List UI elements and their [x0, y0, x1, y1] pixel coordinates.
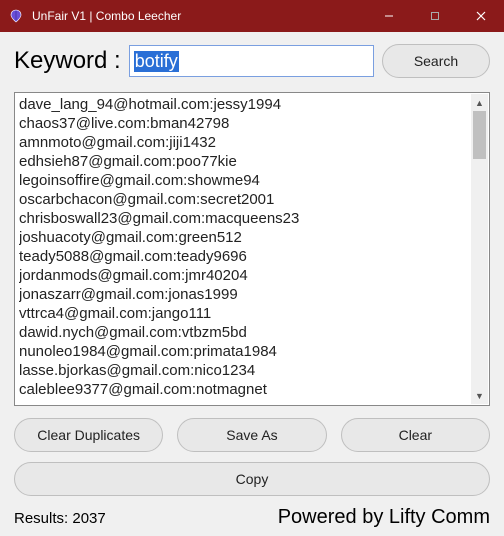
close-button[interactable]	[458, 0, 504, 32]
clear-duplicates-button[interactable]: Clear Duplicates	[14, 418, 163, 452]
close-icon	[476, 11, 486, 21]
keyword-input[interactable]: botify	[129, 45, 374, 77]
window-title: UnFair V1 | Combo Leecher	[32, 9, 366, 23]
keyword-label: Keyword :	[14, 47, 121, 75]
list-item[interactable]: chrisboswall23@gmail.com:macqueens23	[19, 209, 469, 228]
scroll-up-arrow-icon[interactable]: ▲	[471, 94, 488, 111]
list-item[interactable]: chaos37@live.com:bman42798	[19, 114, 469, 133]
list-item[interactable]: legoinsoffire@gmail.com:showme94	[19, 171, 469, 190]
search-row: Keyword : botify Search	[14, 44, 490, 78]
app-icon	[8, 8, 24, 24]
list-item[interactable]: jonaszarr@gmail.com:jonas1999	[19, 285, 469, 304]
list-item[interactable]: nunoleo1984@gmail.com:primata1984	[19, 342, 469, 361]
results-count: Results: 2037	[14, 510, 106, 527]
list-item[interactable]: joshuacoty@gmail.com:green512	[19, 228, 469, 247]
scroll-down-arrow-icon[interactable]: ▼	[471, 387, 488, 404]
list-item[interactable]: amnmoto@gmail.com:jiji1432	[19, 133, 469, 152]
list-item[interactable]: vttrca4@gmail.com:jango111	[19, 304, 469, 323]
list-item[interactable]: dawid.nych@gmail.com:vtbzm5bd	[19, 323, 469, 342]
scroll-track[interactable]	[471, 111, 488, 387]
minimize-button[interactable]	[366, 0, 412, 32]
keyword-input-value: botify	[134, 51, 179, 72]
list-item[interactable]: caleblee9377@gmail.com:notmagnet	[19, 380, 469, 399]
copy-button[interactable]: Copy	[14, 462, 490, 496]
save-as-button[interactable]: Save As	[177, 418, 326, 452]
results-list[interactable]: dave_lang_94@hotmail.com:jessy1994chaos3…	[19, 95, 469, 403]
results-box[interactable]: dave_lang_94@hotmail.com:jessy1994chaos3…	[14, 92, 490, 406]
list-item[interactable]: dave_lang_94@hotmail.com:jessy1994	[19, 95, 469, 114]
list-item[interactable]: oscarbchacon@gmail.com:secret2001	[19, 190, 469, 209]
titlebar: UnFair V1 | Combo Leecher	[0, 0, 504, 32]
copy-row: Copy	[14, 462, 490, 496]
list-item[interactable]: teady5088@gmail.com:teady9696	[19, 247, 469, 266]
clear-button[interactable]: Clear	[341, 418, 490, 452]
scroll-thumb[interactable]	[473, 111, 486, 159]
list-item[interactable]: jordanmods@gmail.com:jmr40204	[19, 266, 469, 285]
list-item[interactable]: edhsieh87@gmail.com:poo77kie	[19, 152, 469, 171]
client-area: Keyword : botify Search dave_lang_94@hot…	[0, 32, 504, 536]
scrollbar[interactable]: ▲ ▼	[471, 94, 488, 404]
maximize-icon	[430, 11, 440, 21]
app-window: UnFair V1 | Combo Leecher Keyword : boti…	[0, 0, 504, 536]
window-controls	[366, 0, 504, 32]
list-item[interactable]: lasse.bjorkas@gmail.com:nico1234	[19, 361, 469, 380]
action-row: Clear Duplicates Save As Clear	[14, 418, 490, 452]
powered-by: Powered by Lifty Comm	[278, 506, 490, 529]
minimize-icon	[384, 11, 394, 21]
search-button[interactable]: Search	[382, 44, 490, 78]
maximize-button[interactable]	[412, 0, 458, 32]
status-row: Results: 2037 Powered by Lifty Comm	[14, 506, 490, 530]
